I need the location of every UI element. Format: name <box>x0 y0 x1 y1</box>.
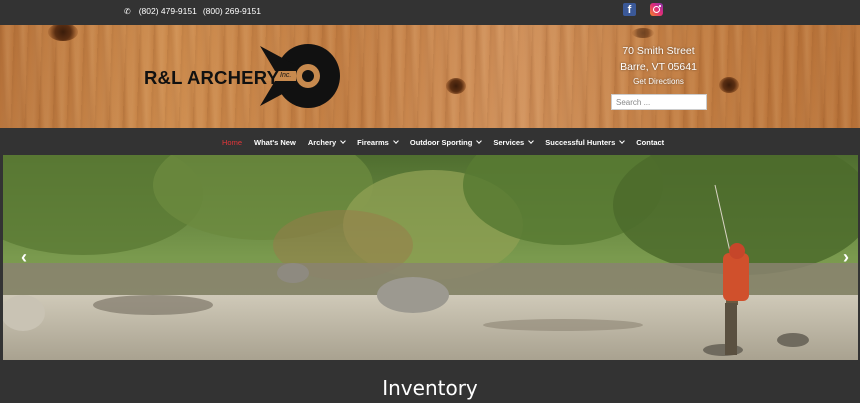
phone-icon: ✆ <box>124 6 131 16</box>
hero-image <box>3 155 858 360</box>
get-directions-link[interactable]: Get Directions <box>610 76 707 88</box>
nav-label: What's New <box>254 138 296 147</box>
chevron-down-icon <box>393 138 399 144</box>
nav-item-successful-hunters[interactable]: Successful Hunters <box>545 138 626 147</box>
nav-label: Firearms <box>357 138 389 147</box>
nav-label: Services <box>493 138 525 147</box>
inventory-section: Inventory <box>0 360 860 403</box>
search-input[interactable] <box>611 94 707 110</box>
address-street: 70 Smith Street <box>622 45 695 57</box>
facebook-icon[interactable]: f <box>623 3 636 16</box>
wood-knot <box>719 77 739 93</box>
chevron-down-icon <box>340 138 347 144</box>
address-city: Barre, VT 05641 <box>620 60 697 73</box>
phone-numbers: ✆ (802) 479-9151 (800) 269-9151 <box>124 6 261 16</box>
wood-knot <box>48 25 78 41</box>
top-bar: ✆ (802) 479-9151 (800) 269-9151 f <box>0 0 860 25</box>
phone-number-2[interactable]: (800) 269-9151 <box>203 6 261 16</box>
chevron-down-icon <box>476 138 483 144</box>
instagram-icon[interactable] <box>650 3 663 16</box>
main-nav: Home What's New Archery Firearms Outdoor… <box>0 128 860 155</box>
section-title: Inventory <box>382 376 478 400</box>
nav-item-archery[interactable]: Archery <box>307 138 347 147</box>
hero-slider[interactable]: ‹ › <box>3 155 858 360</box>
nav-label: Archery <box>307 138 337 147</box>
nav-item-services[interactable]: Services <box>493 138 535 147</box>
nav-item-whats-new[interactable]: What's New <box>254 138 296 147</box>
nav-item-contact[interactable]: Contact <box>636 138 664 147</box>
store-address: 70 Smith Street Barre, VT 05641 Get Dire… <box>610 44 707 88</box>
site-logo[interactable]: R&L ARCHERY Inc. <box>140 43 345 111</box>
nav-label: Contact <box>636 138 665 147</box>
nav-label: Home <box>222 138 243 147</box>
wood-knot <box>632 28 654 38</box>
nav-item-outdoor-sporting[interactable]: Outdoor Sporting <box>409 138 483 147</box>
chevron-down-icon <box>528 138 535 144</box>
nav-item-home[interactable]: Home <box>222 138 242 147</box>
phone-number-1[interactable]: (802) 479-9151 <box>139 6 197 16</box>
logo-text: R&L ARCHERY <box>144 67 280 88</box>
social-links: f <box>623 3 663 16</box>
facebook-glyph: f <box>627 4 632 16</box>
chevron-down-icon <box>619 138 626 144</box>
nav-label: Outdoor Sporting <box>409 138 473 147</box>
site-header: R&L ARCHERY Inc. 70 Smith Street Barre, … <box>0 25 860 128</box>
slider-prev-button[interactable]: ‹ <box>17 248 31 266</box>
wood-knot <box>446 78 466 94</box>
slider-next-button[interactable]: › <box>839 248 853 266</box>
logo-suffix: Inc. <box>280 72 292 79</box>
nav-label: Successful Hunters <box>545 138 616 147</box>
nav-item-firearms[interactable]: Firearms <box>357 138 399 147</box>
